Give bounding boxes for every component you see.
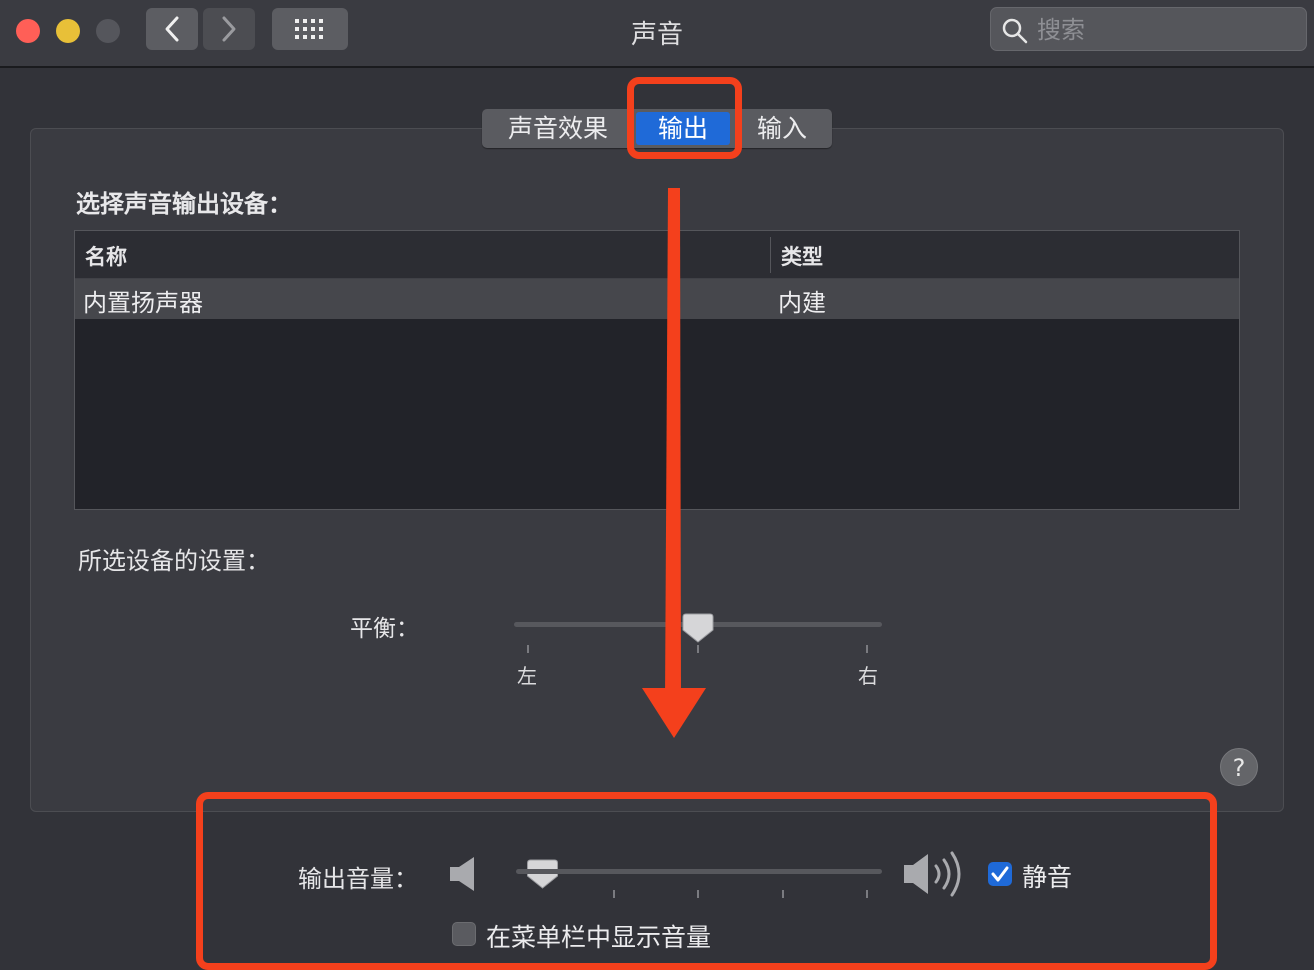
- annotation-highlight-volume-section: [196, 792, 1217, 970]
- help-button[interactable]: ?: [1220, 748, 1258, 786]
- balance-slider-thumb[interactable]: [682, 613, 714, 643]
- annotation-highlight-output-tab: [627, 77, 742, 159]
- balance-right-label: 右: [858, 664, 878, 688]
- balance-left-label: 左: [517, 664, 537, 688]
